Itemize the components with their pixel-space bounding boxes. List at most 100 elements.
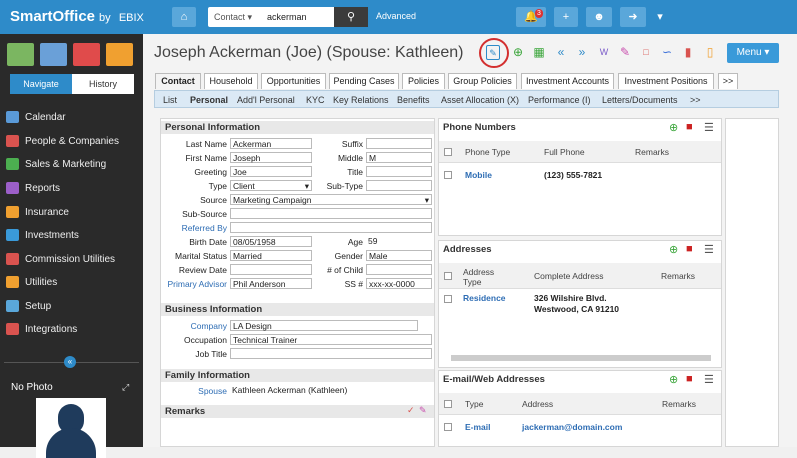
add-circle-icon[interactable]: ⊕: [511, 45, 525, 60]
search-button[interactable]: ⚲: [334, 7, 368, 27]
nav-calendar[interactable]: Calendar: [0, 106, 143, 129]
spellcheck-icon[interactable]: ✓: [407, 405, 415, 416]
nav-utilities[interactable]: Utilities: [0, 271, 143, 294]
tab-navigate[interactable]: Navigate: [10, 74, 72, 94]
add-email-icon[interactable]: ⊕: [669, 373, 678, 386]
address-type-link[interactable]: Residence: [463, 293, 506, 303]
job-title-select[interactable]: [230, 348, 432, 359]
tab-policies[interactable]: Policies: [402, 73, 445, 89]
select-all-checkbox[interactable]: [444, 148, 452, 156]
nav-people-companies[interactable]: People & Companies: [0, 130, 143, 153]
subnav-addl-personal[interactable]: Add'l Personal: [237, 95, 295, 105]
quick-launch-sheet[interactable]: [7, 43, 34, 66]
tab-group-policies[interactable]: Group Policies: [448, 73, 517, 89]
avatar[interactable]: [36, 398, 106, 458]
nav-reports[interactable]: Reports: [0, 177, 143, 200]
home-button[interactable]: ⌂: [172, 7, 196, 27]
chart-icon[interactable]: ∽: [660, 45, 674, 60]
word-icon[interactable]: W: [597, 45, 611, 60]
tab-investment-positions[interactable]: Investment Positions: [618, 73, 714, 89]
edit-remarks-icon[interactable]: ✎: [419, 405, 427, 416]
subnav-benefits[interactable]: Benefits: [397, 95, 430, 105]
nav-sales-marketing[interactable]: Sales & Marketing: [0, 153, 143, 176]
advanced-search-link[interactable]: Advanced: [376, 11, 416, 21]
source-select[interactable]: Marketing Campaign ▾: [230, 194, 432, 205]
row-checkbox[interactable]: [444, 171, 452, 179]
col-complete-address[interactable]: Complete Address: [534, 271, 603, 281]
gender-select[interactable]: Male: [366, 250, 432, 261]
title-select[interactable]: [366, 166, 432, 177]
col-address[interactable]: Address: [522, 399, 553, 409]
collapse-sidebar-button[interactable]: «: [64, 356, 76, 368]
menu-button[interactable]: Menu ▾: [727, 43, 779, 63]
delete-address-icon[interactable]: ■: [686, 243, 693, 255]
occupation-field[interactable]: Technical Trainer: [230, 334, 432, 345]
email-type-link[interactable]: E-mail: [465, 422, 491, 432]
document-icon[interactable]: ▮: [681, 45, 695, 60]
quick-launch-reports[interactable]: [106, 43, 133, 66]
col-type[interactable]: Type: [465, 399, 483, 409]
col-remarks[interactable]: Remarks: [635, 147, 669, 157]
subnav-list[interactable]: List: [163, 95, 177, 105]
add-phone-icon[interactable]: ⊕: [669, 121, 678, 134]
pdf-icon[interactable]: □: [639, 45, 653, 60]
sub-source-select[interactable]: [230, 208, 432, 219]
col-address-type[interactable]: Address Type: [463, 267, 494, 287]
list-icon[interactable]: ☰: [704, 121, 714, 134]
type-select[interactable]: Client ▾: [230, 180, 312, 191]
col-full-phone[interactable]: Full Phone: [544, 147, 585, 157]
col-remarks[interactable]: Remarks: [661, 271, 695, 281]
quick-launch-edit[interactable]: [73, 43, 100, 66]
note-icon[interactable]: ✎: [618, 45, 632, 60]
phone-type-link[interactable]: Mobile: [465, 170, 492, 180]
list-icon[interactable]: ☰: [704, 243, 714, 256]
search-type-select[interactable]: Contact ▾: [214, 12, 252, 23]
referred-by-link[interactable]: Referred By: [167, 223, 227, 233]
horizontal-scrollbar[interactable]: [451, 355, 711, 361]
sub-type-select[interactable]: [366, 180, 432, 191]
tab-history[interactable]: History: [72, 74, 134, 94]
nav-insurance[interactable]: Insurance: [0, 201, 143, 224]
row-checkbox[interactable]: [444, 423, 452, 431]
company-link[interactable]: Company: [167, 321, 227, 331]
edit-icon[interactable]: ✎: [486, 45, 500, 60]
subnav-personal[interactable]: Personal: [190, 95, 228, 105]
notifications-button[interactable]: 🔔 3: [516, 7, 546, 27]
select-all-checkbox[interactable]: [444, 272, 452, 280]
nav-commission-utilities[interactable]: Commission Utilities: [0, 248, 143, 271]
row-checkbox[interactable]: [444, 295, 452, 303]
col-phone-type[interactable]: Phone Type: [465, 147, 510, 157]
spouse-link[interactable]: Spouse: [167, 386, 227, 396]
tab-opportunities[interactable]: Opportunities: [261, 73, 326, 89]
primary-advisor-field[interactable]: Phil Anderson: [230, 278, 312, 289]
tab-contact[interactable]: Contact: [155, 73, 201, 89]
review-date-field[interactable]: [230, 264, 312, 275]
brand-logo[interactable]: SmartOffice by EBIX: [10, 8, 144, 25]
subnav-key-relations[interactable]: Key Relations: [333, 95, 389, 105]
subnav-letters-documents[interactable]: Letters/Documents: [602, 95, 678, 105]
delete-phone-icon[interactable]: ■: [686, 121, 693, 133]
delete-email-icon[interactable]: ■: [686, 373, 693, 385]
nav-investments[interactable]: Investments: [0, 224, 143, 247]
add-address-icon[interactable]: ⊕: [669, 243, 678, 256]
tab-investment-accounts[interactable]: Investment Accounts: [521, 73, 614, 89]
nav-integrations[interactable]: Integrations: [0, 318, 143, 341]
company-field[interactable]: LA Design: [230, 320, 418, 331]
subnav-more[interactable]: >>: [690, 95, 701, 105]
tab-more[interactable]: >>: [718, 73, 738, 89]
expand-icon[interactable]: ⤢: [122, 382, 129, 393]
previous-icon[interactable]: «: [554, 45, 568, 60]
more-dropdown[interactable]: ▾: [652, 7, 668, 27]
last-name-field[interactable]: Ackerman: [230, 138, 312, 149]
tab-household[interactable]: Household: [204, 73, 258, 89]
greeting-field[interactable]: Joe: [230, 166, 312, 177]
first-name-field[interactable]: Joseph: [230, 152, 312, 163]
referred-by-field[interactable]: [230, 222, 432, 233]
col-remarks[interactable]: Remarks: [662, 399, 696, 409]
nav-setup[interactable]: Setup: [0, 295, 143, 318]
search-input[interactable]: ackerman: [267, 12, 307, 22]
user-button[interactable]: ☻: [586, 7, 612, 27]
children-field[interactable]: [366, 264, 432, 275]
primary-advisor-link[interactable]: Primary Advisor: [161, 279, 227, 289]
save-icon[interactable]: ▦: [532, 45, 546, 60]
